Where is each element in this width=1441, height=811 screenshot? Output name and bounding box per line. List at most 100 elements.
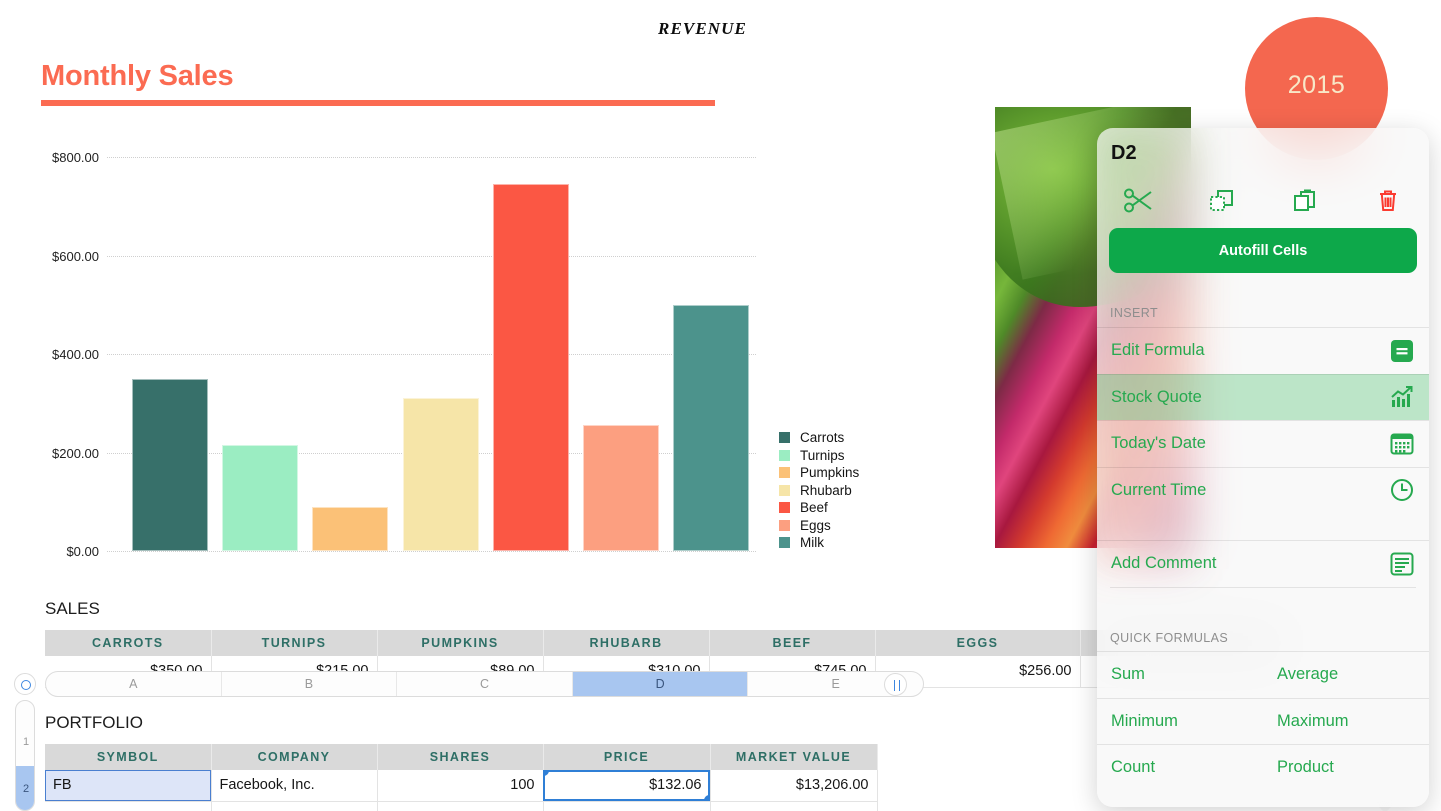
table-select-all-handle[interactable] [14, 673, 36, 695]
menu-item-current-time[interactable]: Current Time [1097, 467, 1429, 514]
sales-column-header[interactable]: RHUBARB [543, 630, 709, 656]
page-title: Monthly Sales [41, 60, 233, 93]
legend-label: Pumpkins [800, 465, 859, 480]
legend-swatch [779, 502, 790, 513]
table-resize-handle[interactable] [884, 673, 907, 696]
legend-item: Milk [779, 534, 859, 552]
paste-icon[interactable] [1263, 180, 1346, 222]
copy-icon[interactable] [1180, 180, 1263, 222]
legend-swatch [779, 450, 790, 461]
menu-item-edit-formula[interactable]: Edit Formula [1097, 327, 1429, 374]
selection-handle-top-left[interactable] [543, 770, 549, 776]
row-header-2[interactable]: 2 [16, 766, 35, 811]
portfolio-column-header[interactable]: SYMBOL [45, 744, 211, 770]
menu-item-add-comment[interactable]: Add Comment [1097, 540, 1429, 587]
portfolio-cell[interactable]: $13,206.00 [710, 770, 877, 801]
menu-item-stock-quote[interactable]: Stock Quote [1097, 374, 1429, 421]
portfolio-cell[interactable]: Facebook, Inc. [211, 770, 377, 801]
autofill-cells-button[interactable]: Autofill Cells [1109, 228, 1417, 273]
comment-icon [1389, 551, 1415, 577]
calendar-icon [1389, 431, 1415, 457]
quick-formulas-section-label: QUICK FORMULAS [1110, 631, 1228, 645]
scissors-icon[interactable] [1097, 180, 1180, 222]
popup-divider [1110, 587, 1416, 588]
legend-item: Turnips [779, 447, 859, 465]
quick-formula-row: SumAverage [1097, 651, 1429, 698]
menu-item-label: Stock Quote [1111, 388, 1389, 407]
year-badge-label: 2015 [1245, 71, 1388, 100]
legend-swatch [779, 432, 790, 443]
quick-formula-count[interactable]: Count [1097, 744, 1263, 791]
table-row[interactable] [45, 801, 877, 811]
cell-context-menu[interactable]: D2 Autofill Cells INSERT Edit FormulaSto… [1097, 128, 1429, 807]
selection-handle-bottom-right[interactable] [704, 795, 710, 801]
column-header-d[interactable]: D [573, 672, 749, 696]
portfolio-cell-empty[interactable] [710, 801, 877, 811]
column-header-c[interactable]: C [397, 672, 573, 696]
legend-label: Turnips [800, 448, 845, 463]
portfolio-cell[interactable]: FB [45, 770, 211, 801]
portfolio-cell-empty[interactable] [543, 801, 710, 811]
portfolio-column-header[interactable]: MARKET VALUE [710, 744, 877, 770]
y-axis-tick-label: $400.00 [41, 347, 99, 362]
portfolio-cell-empty[interactable] [377, 801, 543, 811]
quick-formula-minimum[interactable]: Minimum [1097, 698, 1263, 745]
table-row[interactable]: FBFacebook, Inc.100$132.06$13,206.00 [45, 770, 877, 801]
portfolio-column-header[interactable]: COMPANY [211, 744, 377, 770]
y-axis-tick-label: $800.00 [41, 150, 99, 165]
quick-formula-maximum[interactable]: Maximum [1263, 698, 1429, 745]
quick-formula-average[interactable]: Average [1263, 651, 1429, 698]
popup-cell-reference: D2 [1111, 142, 1137, 165]
chart-bar-milk [673, 305, 749, 551]
sales-column-header[interactable]: BEEF [709, 630, 875, 656]
legend-item: Eggs [779, 517, 859, 535]
sales-column-header[interactable]: PUMPKINS [377, 630, 543, 656]
trash-icon[interactable] [1346, 180, 1429, 222]
menu-item-today-s-date[interactable]: Today's Date [1097, 420, 1429, 467]
menu-item-label: Add Comment [1111, 554, 1389, 573]
sales-table-title: SALES [45, 599, 100, 619]
portfolio-cell[interactable]: $132.06 [543, 770, 710, 801]
portfolio-table[interactable]: SYMBOLCOMPANYSHARESPRICEMARKET VALUE FBF… [45, 744, 878, 811]
legend-item: Carrots [779, 429, 859, 447]
legend-label: Rhubarb [800, 483, 852, 498]
quick-formula-row: MinimumMaximum [1097, 698, 1429, 745]
legend-swatch [779, 537, 790, 548]
y-axis-tick-label: $0.00 [41, 544, 99, 559]
popup-action-row [1097, 180, 1429, 222]
menu-item-label: Today's Date [1111, 434, 1389, 453]
legend-item: Beef [779, 499, 859, 517]
legend-label: Eggs [800, 518, 831, 533]
legend-item: Rhubarb [779, 482, 859, 500]
monthly-sales-bar-chart: $0.00$200.00$400.00$600.00$800.00 [41, 140, 741, 560]
row-header-1[interactable]: 1 [16, 719, 35, 766]
sales-column-header[interactable]: CARROTS [45, 630, 211, 656]
chart-bar-turnips [222, 445, 298, 551]
portfolio-table-title: PORTFOLIO [45, 713, 143, 733]
portfolio-cell-empty[interactable] [45, 801, 211, 811]
column-header-a[interactable]: A [46, 672, 222, 696]
portfolio-table-header-row: SYMBOLCOMPANYSHARESPRICEMARKET VALUE [45, 744, 877, 770]
portfolio-cell-empty[interactable] [211, 801, 377, 811]
legend-item: Pumpkins [779, 464, 859, 482]
column-header-b[interactable]: B [222, 672, 398, 696]
legend-swatch [779, 520, 790, 531]
row-header-bar[interactable]: 12 [15, 700, 35, 811]
portfolio-column-header[interactable]: PRICE [543, 744, 710, 770]
chart-bar-beef [493, 184, 569, 551]
gridline [107, 157, 756, 158]
chart-bar-carrots [132, 379, 208, 551]
quick-formula-product[interactable]: Product [1263, 744, 1429, 791]
sales-column-header[interactable]: EGGS [875, 630, 1080, 656]
sales-column-header[interactable]: TURNIPS [211, 630, 377, 656]
gridline [107, 354, 756, 355]
clock-icon [1389, 477, 1415, 503]
chart-bar-eggs [583, 425, 659, 551]
menu-item-label: Edit Formula [1111, 341, 1389, 360]
gridline [107, 551, 756, 552]
column-header-bar[interactable]: ABCDE [45, 671, 924, 697]
portfolio-column-header[interactable]: SHARES [377, 744, 543, 770]
portfolio-cell[interactable]: 100 [377, 770, 543, 801]
quick-formula-sum[interactable]: Sum [1097, 651, 1263, 698]
running-head-revenue: REVENUE [658, 19, 747, 39]
